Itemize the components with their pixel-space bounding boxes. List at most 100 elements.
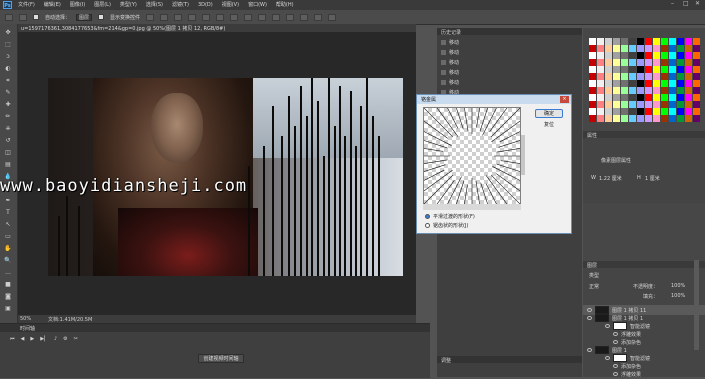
color-swatch[interactable] [613,66,620,73]
shape-preview[interactable] [423,107,521,205]
color-swatch[interactable] [669,59,676,66]
menu-item-4[interactable]: 类型(Y) [120,1,137,9]
hand-tool-icon[interactable]: ✋ [3,244,13,253]
color-swatch[interactable] [613,115,620,122]
color-swatch[interactable] [613,87,620,94]
color-swatch[interactable] [653,73,660,80]
brush-tool-icon[interactable]: ✏ [3,112,13,121]
color-swatch[interactable] [661,66,668,73]
color-swatch[interactable] [693,59,700,66]
fill-value[interactable]: 100% [671,293,685,299]
menu-item-7[interactable]: 3D(D) [198,1,213,9]
distribute-center-icon[interactable] [286,13,295,21]
play-icon[interactable]: ▶ [30,336,34,342]
color-swatch[interactable] [597,73,604,80]
color-swatch[interactable] [677,73,684,80]
preview-nav-bar[interactable] [423,204,521,210]
distribute-bottom-icon[interactable] [258,13,267,21]
color-swatch[interactable] [597,87,604,94]
color-swatch[interactable] [661,59,668,66]
color-swatch[interactable] [629,94,636,101]
color-swatch[interactable] [645,101,652,108]
align-left-icon[interactable] [188,13,197,21]
foreground-color-icon[interactable]: ■ [3,280,13,289]
eyedropper-tool-icon[interactable]: ✎ [3,88,13,97]
color-swatch[interactable] [597,80,604,87]
color-swatch[interactable] [645,66,652,73]
color-swatch[interactable] [661,87,668,94]
color-swatch[interactable] [677,59,684,66]
color-swatch[interactable] [653,45,660,52]
auto-align-icon[interactable] [314,13,323,21]
color-swatch[interactable] [597,52,604,59]
zoom-tool-icon[interactable]: 🔍 [3,256,13,265]
visibility-eye-icon[interactable] [587,308,592,312]
reset-button[interactable]: 复位 [535,121,563,130]
color-swatch[interactable] [669,80,676,87]
color-swatch[interactable] [645,73,652,80]
color-swatch[interactable] [685,52,692,59]
color-swatch[interactable] [637,59,644,66]
next-frame-icon[interactable]: ▶▏ [40,336,48,342]
move-tool-icon[interactable] [5,13,13,21]
color-swatch[interactable] [589,59,596,66]
color-swatch[interactable] [589,73,596,80]
color-swatch[interactable] [645,115,652,122]
history-item[interactable]: 移动 [441,38,459,46]
color-swatch[interactable] [677,38,684,45]
color-swatch[interactable] [693,73,700,80]
quick-select-tool-icon[interactable]: ◐ [3,64,13,73]
color-swatch[interactable] [637,87,644,94]
color-swatch[interactable] [597,94,604,101]
maximize-icon[interactable]: □ [683,1,689,7]
distribute-right-icon[interactable] [300,13,309,21]
crop-tool-icon[interactable]: ⌗ [3,76,13,85]
color-swatch[interactable] [629,45,636,52]
move-tool-icon[interactable]: ✥ [3,28,13,37]
color-swatch[interactable] [589,38,596,45]
3d-mode-icon[interactable] [328,13,337,21]
color-swatch[interactable] [637,45,644,52]
pen-tool-icon[interactable]: ✒ [3,196,13,205]
color-swatch[interactable] [685,115,692,122]
color-swatch[interactable] [605,52,612,59]
menu-item-2[interactable]: 图像(I) [70,1,85,9]
shape-tool-icon[interactable]: ▭ [3,232,13,241]
layer-row[interactable]: 浮雕效果 [583,369,705,379]
color-swatch[interactable] [645,87,652,94]
color-swatch[interactable] [693,87,700,94]
color-swatch[interactable] [605,80,612,87]
color-swatch[interactable] [669,87,676,94]
layers-scrollbar[interactable] [694,260,699,350]
color-swatch[interactable] [669,38,676,45]
dialog-titlebar[interactable]: 铬金属 × [417,95,571,104]
color-swatch[interactable] [661,45,668,52]
color-swatch[interactable] [661,115,668,122]
color-swatch[interactable] [637,108,644,115]
settings-icon[interactable]: ⚙ [63,336,67,342]
first-frame-icon[interactable]: ⏮ [10,336,15,342]
color-swatch[interactable] [621,108,628,115]
color-swatch[interactable] [605,87,612,94]
color-swatch[interactable] [645,80,652,87]
color-swatch[interactable] [677,66,684,73]
color-swatch[interactable] [629,80,636,87]
zoom-level[interactable]: 50% [20,316,31,322]
color-swatch[interactable] [645,108,652,115]
align-top-icon[interactable] [146,13,155,21]
color-swatch[interactable] [597,59,604,66]
color-swatch[interactable] [605,101,612,108]
menu-item-3[interactable]: 图层(L) [94,1,111,9]
marquee-tool-icon[interactable]: ⬚ [3,40,13,49]
color-swatch[interactable] [637,52,644,59]
color-swatch[interactable] [661,108,668,115]
color-swatch[interactable] [629,52,636,59]
close-icon[interactable]: ✕ [695,1,701,7]
menu-item-8[interactable]: 视图(V) [222,1,239,9]
quick-mask-icon[interactable]: ◙ [3,292,13,301]
color-swatch[interactable] [629,73,636,80]
visibility-eye-icon[interactable] [613,332,618,336]
color-swatch[interactable] [685,45,692,52]
color-swatch[interactable] [661,101,668,108]
dialog-close-button[interactable]: × [560,96,569,103]
